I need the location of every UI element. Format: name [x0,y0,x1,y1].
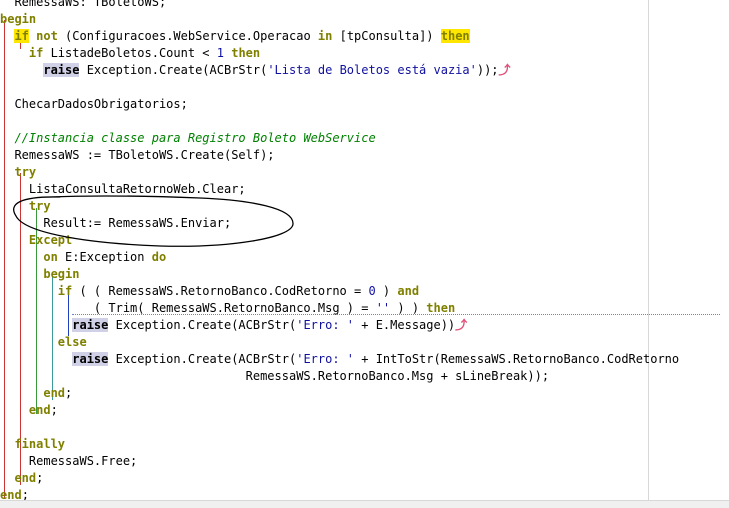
code-editor[interactable]: RemessaWS: TBoletoWS; begin if not (Confi… [0,0,729,500]
hand-drawn-circle-annotation [13,195,294,247]
